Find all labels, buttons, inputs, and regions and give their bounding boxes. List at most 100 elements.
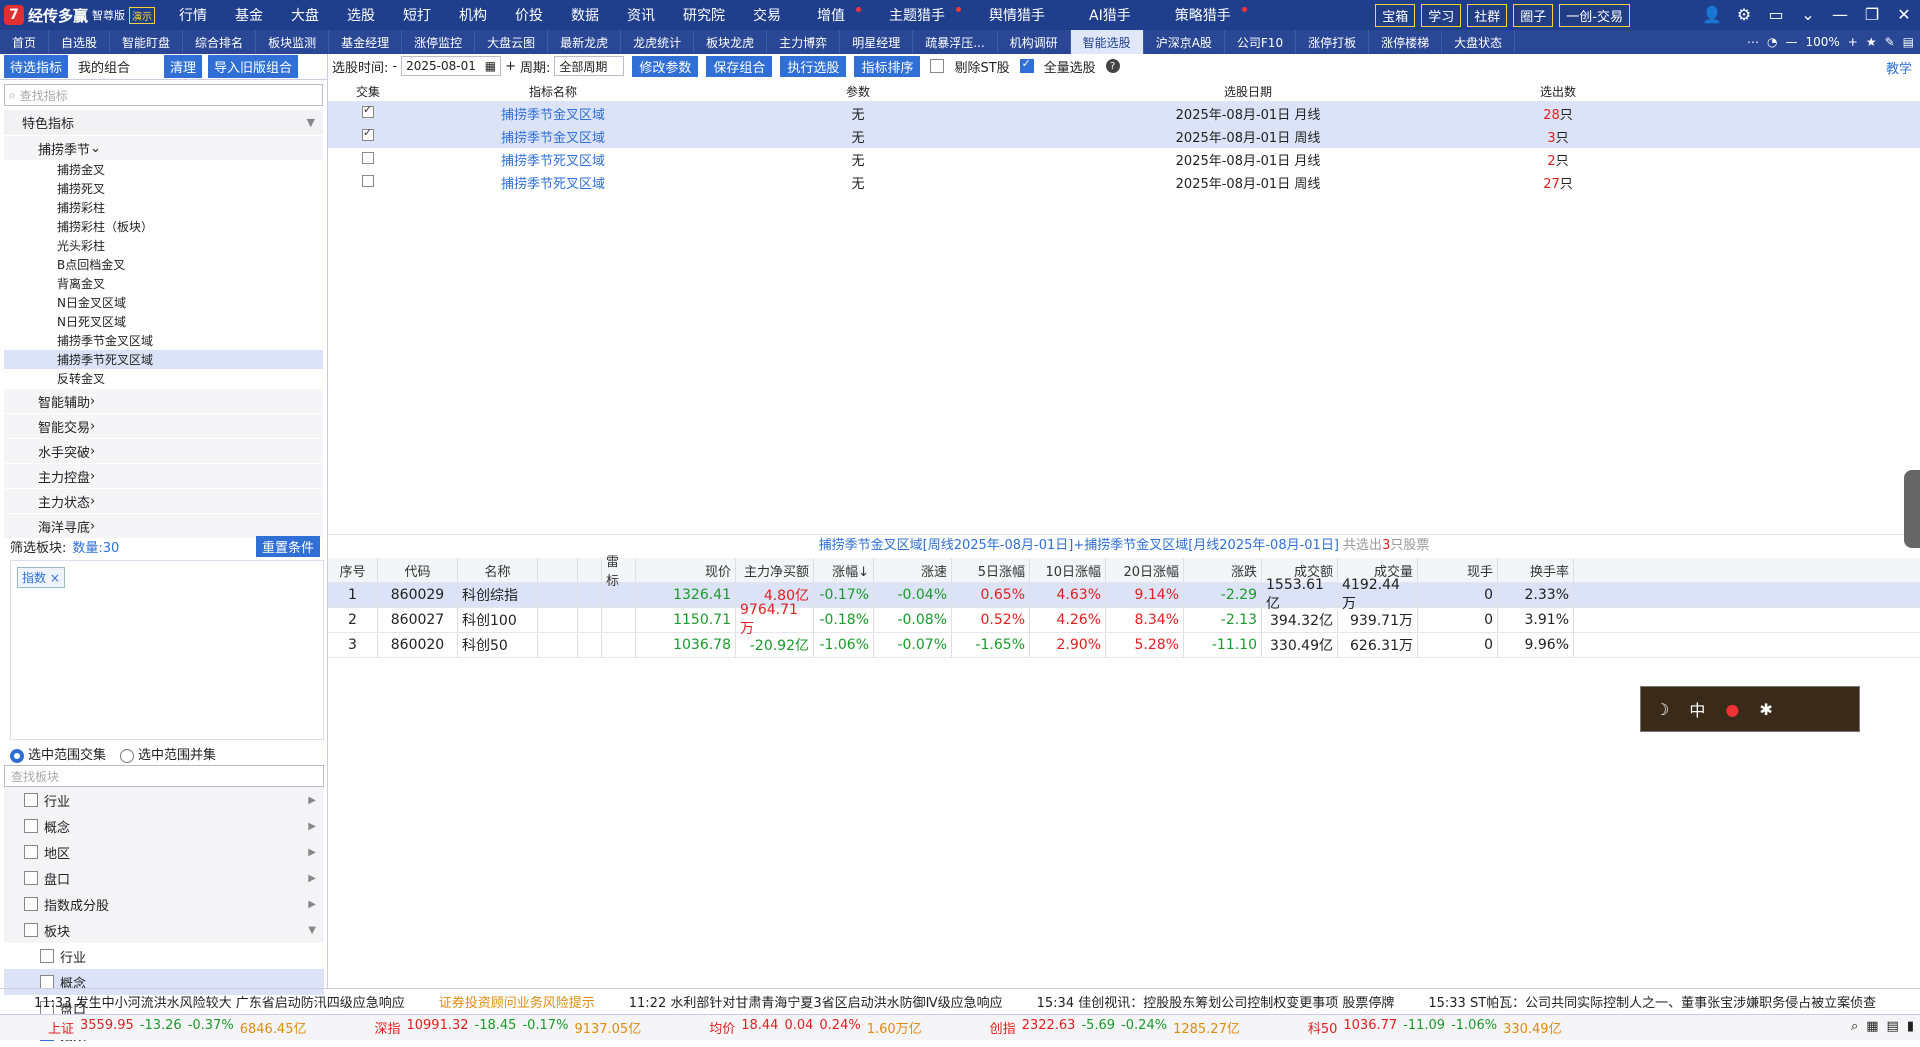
board-row[interactable]: 地区 ▶ <box>4 839 324 865</box>
indicator-name-link[interactable]: 捕捞季节死叉区域 <box>501 154 605 169</box>
tab-item[interactable]: 明星经理 <box>840 30 914 54</box>
indicator-name-link[interactable]: 捕捞季节金叉区域 <box>501 108 605 123</box>
result-header-cell[interactable] <box>538 558 578 582</box>
indicator-category[interactable]: 智能辅助 › <box>4 389 323 413</box>
tab-item[interactable]: 涨停监控 <box>402 30 476 54</box>
top-button[interactable]: 社群 <box>1467 4 1508 27</box>
tab-item[interactable]: 公司F10 <box>1225 30 1297 54</box>
board-checkbox[interactable] <box>24 897 38 911</box>
sub-board-checkbox[interactable] <box>40 975 54 989</box>
result-header-cell[interactable]: 名称 <box>458 558 538 582</box>
run-selection-button[interactable]: 执行选股 <box>780 55 847 77</box>
menu-item[interactable]: 策略猎手 <box>1153 5 1253 25</box>
tab-item[interactable]: 机构调研 <box>998 30 1071 54</box>
index-n[interactable]: 均价 <box>709 1018 735 1037</box>
board-row[interactable]: 指数成分股 ▶ <box>4 891 324 917</box>
menu-item[interactable]: 主题猎手 <box>867 5 967 25</box>
news-item[interactable]: 证券投资顾问业务风险提示 <box>439 992 595 1011</box>
tab-item[interactable]: 综合排名 <box>183 30 257 54</box>
indicator-leaf[interactable]: 捕捞季节金叉区域 <box>4 331 323 350</box>
tab-item[interactable]: 主力博弈 <box>767 30 841 54</box>
result-row[interactable]: 3 860020 科创50 1036.78 -20.92亿 -1.06% -0.07% -1.… <box>328 633 1920 658</box>
board-row[interactable]: 行业 ▶ <box>4 787 324 813</box>
clear-button[interactable]: 清理 <box>164 55 203 78</box>
indicator-name-link[interactable]: 捕捞季节死叉区域 <box>501 177 605 192</box>
tab-item[interactable]: 板块龙虎 <box>694 30 768 54</box>
query-row[interactable]: 捕捞季节金叉区域 无 2025年-08月-01日 月线 28只 <box>328 102 1920 125</box>
menu-item[interactable]: 大盘 <box>277 5 333 25</box>
chart-icon[interactable]: ▤ <box>1887 1019 1899 1034</box>
sub-board-row[interactable]: 行业 <box>4 943 324 969</box>
user-dot-icon[interactable]: ● <box>1725 700 1739 719</box>
tab-item[interactable]: 最新龙虎 <box>548 30 622 54</box>
result-header-cell[interactable]: 10日涨幅 <box>1030 558 1106 582</box>
radio-union[interactable]: 选中范围并集 <box>120 744 216 763</box>
tab-item[interactable]: 智能盯盘 <box>110 30 184 54</box>
tab-item[interactable]: 板块监测 <box>256 30 330 54</box>
query-row[interactable]: 捕捞季节死叉区域 无 2025年-08月-01日 周线 27只 <box>328 171 1920 194</box>
result-header-cell[interactable]: 主力净买额 <box>736 558 814 582</box>
more-icon[interactable]: ⋯ <box>1747 35 1759 49</box>
indicator-name-link[interactable]: 捕捞季节金叉区域 <box>501 131 605 146</box>
tab-item[interactable]: 智能选股 <box>1070 30 1144 54</box>
result-header-cell[interactable]: 20日涨幅 <box>1106 558 1184 582</box>
board-row[interactable]: 板块 ▼ <box>4 917 324 943</box>
indicator-leaf[interactable]: 反转金叉 <box>4 369 323 388</box>
indicator-category[interactable]: 主力控盘 › <box>4 464 323 488</box>
info-icon[interactable]: ◔ <box>1767 35 1777 49</box>
input-mode-icon[interactable]: 中 <box>1689 697 1705 721</box>
top-button[interactable]: 圈子 <box>1513 4 1554 27</box>
period-select[interactable]: 全部周期 <box>554 56 625 76</box>
result-header-cell[interactable]: 换手率 <box>1498 558 1574 582</box>
indicator-leaf[interactable]: B点回档金叉 <box>4 255 323 274</box>
index-n[interactable]: 深指 <box>374 1018 400 1037</box>
reset-conditions-button[interactable]: 重置条件 <box>255 536 320 557</box>
exclude-st-checkbox[interactable] <box>930 59 945 73</box>
tab-my-combos[interactable]: 我的组合 <box>72 55 136 78</box>
result-header-cell[interactable]: 代码 <box>378 558 458 582</box>
board-checkbox[interactable] <box>24 845 38 859</box>
tutorial-link[interactable]: 教学 <box>1886 58 1912 77</box>
gear-icon[interactable]: ✱ <box>1759 700 1772 719</box>
menu-item[interactable]: 研究院 <box>669 5 739 25</box>
sort-indicators-button[interactable]: 指标排序 <box>854 55 921 77</box>
menu-item[interactable]: 交易 <box>739 5 795 25</box>
dropdown-icon[interactable]: ⌄ <box>1798 5 1818 24</box>
tab-item[interactable]: 大盘云图 <box>475 30 549 54</box>
moon-icon[interactable]: ☽ <box>1655 700 1669 719</box>
zoom-out-icon[interactable]: — <box>1785 35 1797 49</box>
indicator-leaf[interactable]: 捕捞彩柱 <box>4 198 323 217</box>
settings-icon[interactable]: ⚙ <box>1734 5 1754 24</box>
result-header-cell[interactable]: 雷标 <box>602 555 636 589</box>
modify-params-button[interactable]: 修改参数 <box>632 55 699 77</box>
board-checkbox[interactable] <box>24 923 38 937</box>
tab-item[interactable]: 大盘状态 <box>1442 30 1516 54</box>
import-old-combo-button[interactable]: 导入旧版组合 <box>208 55 299 78</box>
menu-item[interactable]: 行情 <box>165 5 221 25</box>
menu-item[interactable]: 资讯 <box>613 5 669 25</box>
zoom-in-icon[interactable]: + <box>1848 35 1858 49</box>
signal-icon[interactable]: ▮ <box>1907 1019 1914 1034</box>
indicator-leaf[interactable]: 捕捞金叉 <box>4 160 323 179</box>
menu-item[interactable]: 数据 <box>557 5 613 25</box>
top-button[interactable]: 学习 <box>1421 4 1462 27</box>
save-combo-button[interactable]: 保存组合 <box>706 55 773 77</box>
layout-icon[interactable]: ▭ <box>1766 5 1786 24</box>
indicator-category[interactable]: 智能交易 › <box>4 414 323 438</box>
sub-board-checkbox[interactable] <box>40 949 54 963</box>
board-row[interactable]: 盘口 ▶ <box>4 865 324 891</box>
tab-item[interactable]: 首页 <box>0 30 50 54</box>
tab-item[interactable]: 疏暴浮压... <box>913 30 998 54</box>
indicator-leaf[interactable]: N日金叉区域 <box>4 293 323 312</box>
tab-item[interactable]: 基金经理 <box>329 30 403 54</box>
query-row[interactable]: 捕捞季节金叉区域 无 2025年-08月-01日 周线 3只 <box>328 125 1920 148</box>
result-header-cell[interactable]: 涨幅↓ <box>814 558 874 582</box>
indicator-search[interactable]: ⌕ 查找指标 <box>4 84 323 106</box>
board-checkbox[interactable] <box>24 819 38 833</box>
menu-item[interactable]: 基金 <box>221 5 277 25</box>
intersect-checkbox[interactable] <box>362 126 374 141</box>
star-icon[interactable]: ★ <box>1866 35 1877 49</box>
edit-icon[interactable]: ✎ <box>1885 35 1895 49</box>
query-row[interactable]: 捕捞季节死叉区域 无 2025年-08月-01日 月线 2只 <box>328 148 1920 171</box>
tab-item[interactable]: 龙虎统计 <box>621 30 695 54</box>
